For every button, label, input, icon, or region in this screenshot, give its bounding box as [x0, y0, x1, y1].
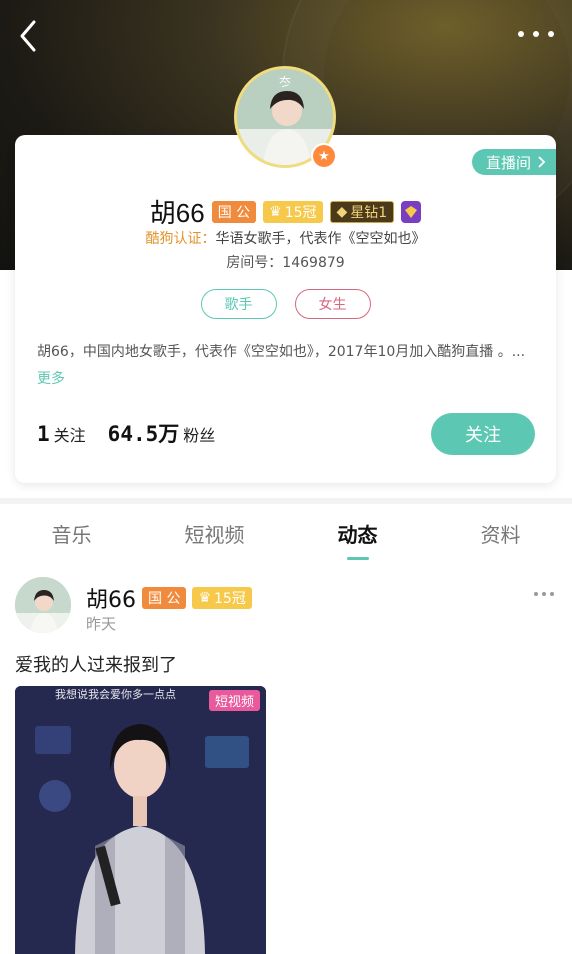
post-avatar-photo [15, 577, 71, 633]
post-time: 昨天 [86, 615, 117, 633]
crown-icon: ♛ [198, 590, 212, 606]
star-badge-icon: ★ [311, 143, 337, 169]
dot-icon [542, 592, 546, 596]
post-video-thumbnail[interactable]: 我想说我会爱你多一点点 短视频 [15, 686, 266, 954]
crown-icon: ♛ [269, 203, 282, 220]
dot-icon [518, 31, 524, 37]
short-video-label: 短视频 [208, 690, 260, 711]
room-number: 房间号：1469879 [226, 255, 345, 271]
chevron-right-icon [538, 156, 546, 168]
crown-badge: ♛ 15冠 [263, 200, 323, 223]
post-crown-badge: ♛ 15冠 [192, 587, 252, 609]
tab-bar: 音乐 短视频 动态 资料 [0, 510, 572, 560]
official-badge: 国 公 [211, 200, 257, 223]
profile-card: 直播间 胡66 国 公 ♛ 15冠 ◆ 星钻1 酷狗认证：华语女歌手，代表作《空… [15, 135, 556, 483]
bio-more-link[interactable]: 更多 [37, 371, 65, 387]
cert-value: 华语女歌手，代表作《空空如也》 [215, 231, 426, 247]
video-frame [15, 686, 266, 954]
fans-stat[interactable]: 64.5万 粉丝 [108, 418, 216, 448]
fans-count: 64.5万 [107, 422, 180, 446]
profile-name: 胡66 [149, 198, 205, 228]
post-official-badge: 国 公 [142, 587, 187, 609]
tab-music[interactable]: 音乐 [0, 510, 143, 560]
post-crown-label: 15冠 [214, 591, 246, 607]
post-avatar[interactable] [15, 577, 71, 633]
live-room-label: 直播间 [485, 153, 531, 172]
svg-text:冭: 冭 [279, 75, 291, 89]
dot-icon [534, 592, 538, 596]
post-author-name[interactable]: 胡66 [86, 582, 136, 614]
live-room-button[interactable]: 直播间 [471, 149, 556, 175]
dot-icon [548, 31, 554, 37]
tag-list: 歌手 女生 [15, 289, 556, 319]
dot-icon [533, 31, 539, 37]
certification: 酷狗认证：华语女歌手，代表作《空空如也》 [15, 228, 556, 248]
tab-moments[interactable]: 动态 [286, 510, 429, 560]
more-options-button[interactable] [518, 22, 554, 46]
tag-singer[interactable]: 歌手 [200, 289, 277, 319]
vip-gem-icon [401, 200, 422, 223]
crown-badge-label: 15冠 [284, 204, 317, 221]
stats: 1 关注 64.5万 粉丝 [37, 418, 215, 448]
following-stat[interactable]: 1 关注 [37, 422, 86, 446]
chevron-left-icon [20, 20, 36, 52]
back-button[interactable] [14, 18, 44, 54]
diamond-icon: ◆ [336, 203, 348, 220]
fans-label: 粉丝 [183, 426, 216, 445]
section-divider [0, 498, 572, 504]
star-diamond-label: 星钻1 [350, 204, 388, 221]
following-count: 1 [37, 422, 50, 446]
tag-female[interactable]: 女生 [294, 289, 371, 319]
tab-short-video[interactable]: 短视频 [143, 510, 286, 560]
name-row: 胡66 国 公 ♛ 15冠 ◆ 星钻1 [15, 193, 556, 230]
video-caption: 我想说我会爱你多一点点 [55, 688, 176, 701]
bio-text: 胡66，中国内地女歌手，代表作《空空如也》，2017年10月加入酷狗直播 。..… [37, 344, 526, 360]
bio: 胡66，中国内地女歌手，代表作《空空如也》，2017年10月加入酷狗直播 。..… [37, 339, 537, 393]
post-text: 爱我的人过来报到了 [15, 655, 177, 676]
follow-button[interactable]: 关注 [431, 413, 535, 455]
tab-profile-info[interactable]: 资料 [429, 510, 572, 560]
cert-key: 酷狗认证： [145, 231, 216, 247]
post-header: 胡66 国 公 ♛ 15冠 [86, 582, 252, 614]
star-diamond-badge: ◆ 星钻1 [329, 200, 395, 223]
dot-icon [550, 592, 554, 596]
post-more-button[interactable] [534, 592, 554, 596]
following-label: 关注 [53, 426, 86, 445]
